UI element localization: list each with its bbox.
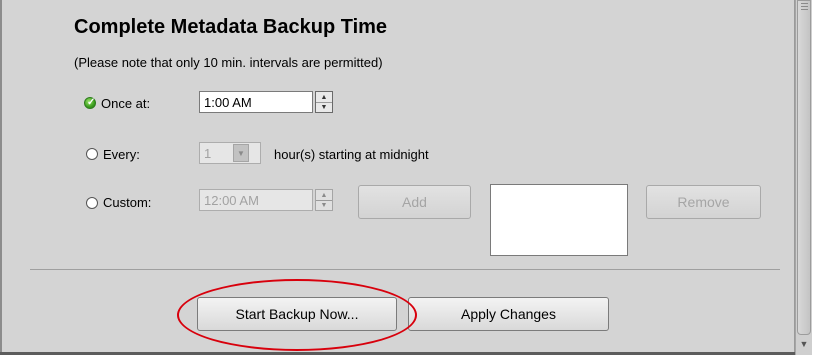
grip-icon: [801, 3, 808, 11]
scroll-down-icon[interactable]: ▼: [798, 337, 810, 351]
custom-time-spinner[interactable]: ▲ ▼: [315, 189, 333, 211]
section-title: Complete Metadata Backup Time: [74, 16, 388, 38]
highlight-annotation: [177, 279, 417, 351]
every-suffix-text: hour(s) starting at midnight: [274, 147, 429, 162]
custom-time-input[interactable]: 12:00 AM: [199, 189, 313, 211]
spin-down-icon[interactable]: ▼: [316, 200, 332, 210]
remove-time-button[interactable]: Remove: [646, 185, 761, 219]
spin-down-icon[interactable]: ▼: [316, 102, 332, 112]
every-radio[interactable]: [86, 148, 98, 160]
section-divider: [30, 269, 780, 270]
vertical-scrollbar[interactable]: ▼: [795, 0, 812, 355]
once-at-time-spinner[interactable]: ▲ ▼: [315, 91, 333, 113]
check-circle-icon: ✓: [87, 97, 96, 108]
chevron-down-icon[interactable]: ▼: [233, 144, 249, 162]
apply-changes-button[interactable]: Apply Changes: [408, 297, 609, 331]
custom-radio[interactable]: [86, 197, 98, 209]
custom-label: Custom:: [103, 195, 152, 210]
every-label: Every:: [103, 147, 140, 162]
once-at-time-input[interactable]: 1:00 AM: [199, 91, 313, 113]
custom-times-list[interactable]: [490, 184, 628, 256]
once-at-radio[interactable]: ✓: [84, 97, 96, 109]
add-time-button[interactable]: Add: [358, 185, 471, 219]
scrollbar-thumb[interactable]: [797, 0, 811, 335]
panel-border: [0, 0, 2, 355]
once-at-label: Once at:: [101, 96, 151, 111]
every-hours-select[interactable]: 1: [199, 142, 261, 164]
panel-border: [0, 352, 795, 355]
interval-note: (Please note that only 10 min. intervals…: [74, 55, 383, 70]
